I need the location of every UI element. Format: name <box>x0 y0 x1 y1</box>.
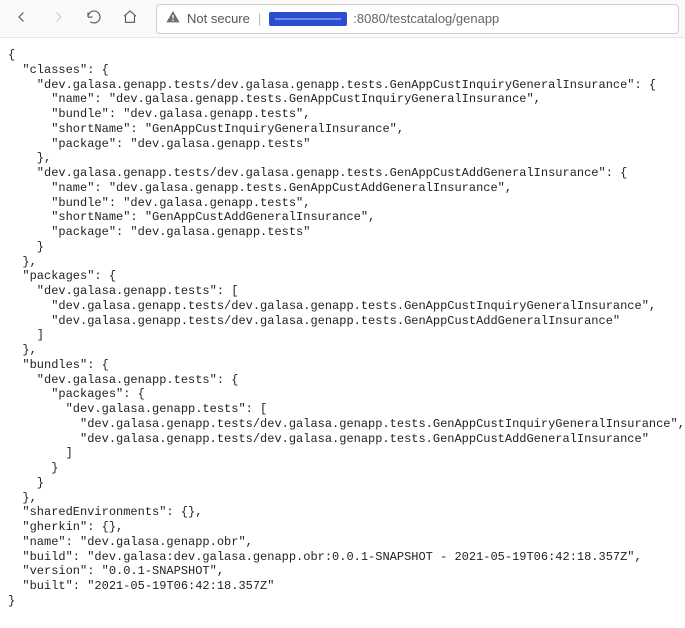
not-secure-label: Not secure <box>187 11 250 26</box>
back-button[interactable] <box>6 3 38 35</box>
address-bar[interactable]: Not secure | :8080/testcatalog/genapp <box>156 4 679 34</box>
separator: | <box>258 11 261 26</box>
forward-button[interactable] <box>42 3 74 35</box>
arrow-right-icon <box>49 8 67 29</box>
refresh-button[interactable] <box>78 3 110 35</box>
url-suffix: :8080/testcatalog/genapp <box>353 11 499 26</box>
warning-icon <box>165 9 181 28</box>
json-body: { "classes": { "dev.galasa.genapp.tests/… <box>0 38 685 628</box>
refresh-icon <box>85 8 103 29</box>
browser-toolbar: Not secure | :8080/testcatalog/genapp <box>0 0 685 38</box>
home-icon <box>121 8 139 29</box>
redacted-host <box>269 12 347 26</box>
arrow-left-icon <box>13 8 31 29</box>
home-button[interactable] <box>114 3 146 35</box>
